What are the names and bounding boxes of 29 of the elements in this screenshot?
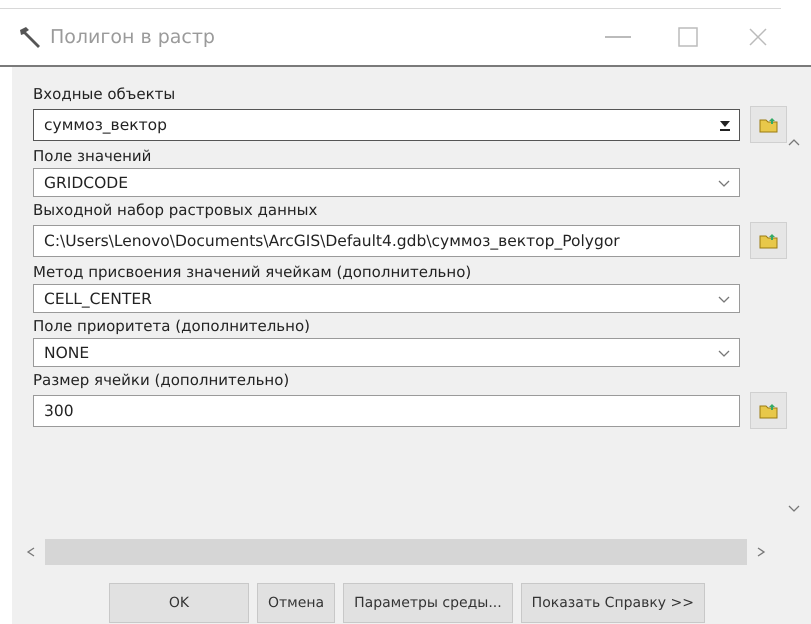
parameter-label: Метод присвоения значений ячейкам (дополнительно)	[33, 263, 472, 281]
parameter-label: Поле значений	[33, 147, 152, 165]
browse-button[interactable]	[750, 106, 787, 143]
dialog-button[interactable]: Отмена	[257, 583, 336, 623]
scroll-up-icon[interactable]	[787, 137, 801, 147]
browse-button[interactable]	[750, 392, 787, 429]
folder-icon	[758, 232, 778, 248]
scroll-down-icon[interactable]	[787, 504, 801, 514]
parameter-label: Поле приоритета (дополнительно)	[33, 317, 311, 335]
parameter-label: Выходной набор растровых данных	[33, 201, 318, 219]
chevron-down-icon[interactable]	[717, 348, 731, 358]
chevron-down-icon[interactable]	[717, 294, 731, 304]
input-field[interactable]: 300	[33, 394, 740, 426]
folder-icon	[758, 402, 778, 418]
browse-button[interactable]	[750, 222, 787, 259]
chevron-down-icon[interactable]	[717, 178, 731, 188]
combo-field[interactable]: суммоз_вектор	[33, 108, 740, 140]
dropdown-field[interactable]: GRIDCODE	[33, 168, 740, 197]
horizontal-scrollbar[interactable]	[45, 539, 747, 565]
dialog-button[interactable]: OK	[109, 583, 249, 623]
parameter-label: Размер ячейки (дополнительно)	[33, 371, 290, 389]
parameter-label: Входные объекты	[33, 85, 176, 103]
window-title: Полигон в растр	[50, 26, 216, 48]
input-field[interactable]: C:\Users\Lenovo\Documents\ArcGIS\Default4.gdb\суммоз_вектор_Polygor	[33, 224, 740, 256]
dialog-button[interactable]: Параметры среды...	[343, 583, 513, 623]
folder-icon	[758, 116, 778, 132]
dropdown-field[interactable]: NONE	[33, 338, 740, 367]
dialog-button[interactable]: Показать Справку >>	[520, 583, 705, 623]
dropdown-field[interactable]: CELL_CENTER	[33, 284, 740, 313]
